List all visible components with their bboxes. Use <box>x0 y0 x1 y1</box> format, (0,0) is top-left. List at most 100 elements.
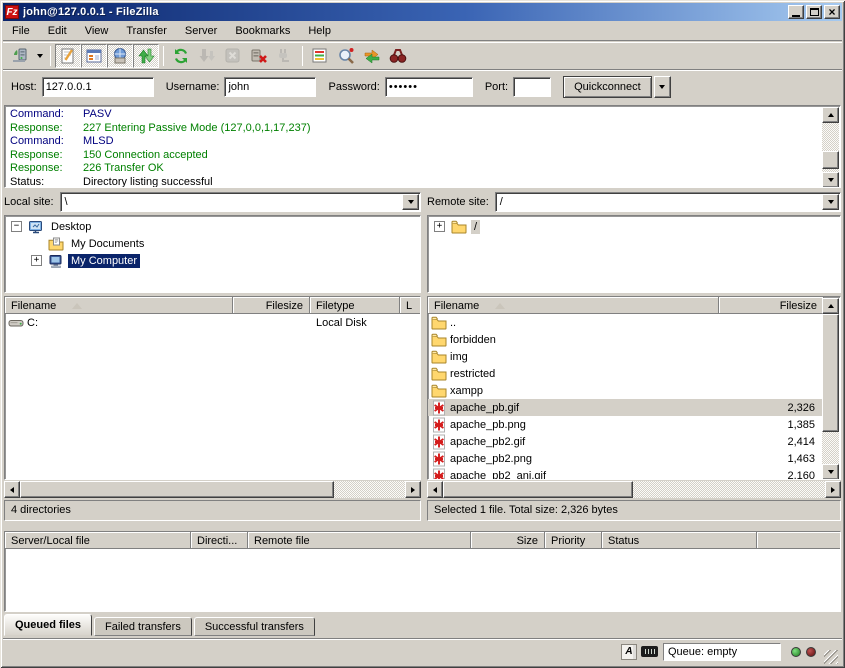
column-header-status[interactable]: Status <box>602 532 757 549</box>
menu-item-view[interactable]: View <box>76 23 118 39</box>
column-header-remote-file[interactable]: Remote file <box>248 532 471 549</box>
remote-file-row[interactable]: restricted <box>428 365 824 382</box>
password-label: Password: <box>328 81 379 93</box>
maximize-button[interactable] <box>806 5 822 19</box>
scrollbar-thumb[interactable] <box>443 481 633 498</box>
site-manager-dropdown-button[interactable] <box>33 44 46 68</box>
message-log-scrollbar[interactable] <box>822 107 839 188</box>
queue-tabs: Queued files Failed transfers Successful t… <box>4 614 841 636</box>
remote-file-row[interactable]: apache_pb2_ani.gif2,160 <box>428 467 824 480</box>
title-bar[interactable]: Fz john@127.0.0.1 - FileZilla × <box>3 3 842 21</box>
toggle-message-log-button[interactable] <box>55 44 81 68</box>
menu-item-transfer[interactable]: Transfer <box>117 23 176 39</box>
local-list-hscrollbar[interactable] <box>4 481 421 498</box>
expand-icon[interactable]: + <box>434 221 445 232</box>
scroll-left-button[interactable] <box>427 481 443 498</box>
column-header-l[interactable]: L <box>400 297 421 314</box>
toggle-remote-tree-button[interactable] <box>107 44 133 68</box>
column-header-priority[interactable]: Priority <box>545 532 602 549</box>
local-file-row[interactable]: C:Local Disk <box>5 314 420 331</box>
remote-site-dropdown-button[interactable] <box>822 194 839 210</box>
menu-item-file[interactable]: File <box>3 23 39 39</box>
menu-item-server[interactable]: Server <box>176 23 226 39</box>
close-button[interactable]: × <box>824 5 840 19</box>
tab-successful-transfers[interactable]: Successful transfers <box>194 617 315 636</box>
remote-file-row[interactable]: apache_pb2.gif2,414 <box>428 433 824 450</box>
directory-comparison-button[interactable] <box>333 44 359 68</box>
password-input[interactable] <box>385 77 473 97</box>
scrollbar-thumb[interactable] <box>822 314 839 432</box>
column-header-filesize[interactable]: Filesize <box>719 297 824 314</box>
speed-limit-indicator-icon[interactable] <box>641 646 658 657</box>
file-size: 2,414 <box>734 436 824 448</box>
tree-item-my-computer[interactable]: +My Computer <box>5 252 420 269</box>
tab-queued-files[interactable]: Queued files <box>4 614 92 636</box>
remote-site-combobox[interactable]: / <box>495 192 841 212</box>
find-files-button[interactable] <box>385 44 411 68</box>
column-header-filename[interactable]: Filename <box>428 297 719 314</box>
remote-file-row[interactable]: img <box>428 348 824 365</box>
scrollbar-thumb[interactable] <box>20 481 334 498</box>
tab-failed-transfers[interactable]: Failed transfers <box>94 617 192 636</box>
remote-file-row[interactable]: forbidden <box>428 331 824 348</box>
synchronized-browsing-button[interactable] <box>359 44 385 68</box>
column-header-filename[interactable]: Filename <box>5 297 233 314</box>
username-input[interactable] <box>224 77 316 97</box>
disconnect-button[interactable] <box>246 44 272 68</box>
column-header-server-local-file[interactable]: Server/Local file <box>5 532 191 549</box>
filename-filters-button[interactable] <box>307 44 333 68</box>
menu-item-bookmarks[interactable]: Bookmarks <box>226 23 299 39</box>
quickconnect-button[interactable]: Quickconnect <box>563 76 652 98</box>
scroll-up-button[interactable] <box>822 298 839 314</box>
menu-bar: FileEditViewTransferServerBookmarksHelp <box>3 21 842 41</box>
remote-file-row[interactable]: apache_pb2.png1,463 <box>428 450 824 467</box>
tree-item--[interactable]: +/ <box>428 218 840 235</box>
local-site-dropdown-button[interactable] <box>402 194 419 210</box>
column-header-directi-[interactable]: Directi... <box>191 532 248 549</box>
expand-icon[interactable]: + <box>31 255 42 266</box>
remote-list-vscrollbar[interactable] <box>822 298 839 480</box>
minimize-icon <box>792 15 800 17</box>
host-input[interactable] <box>42 77 154 97</box>
resize-grip[interactable] <box>824 650 838 664</box>
menu-item-help[interactable]: Help <box>299 23 340 39</box>
column-header-filesize[interactable]: Filesize <box>233 297 310 314</box>
scroll-up-button[interactable] <box>822 107 839 123</box>
local-site-label: Local site: <box>4 196 60 208</box>
find-files-icon <box>389 47 407 65</box>
column-header-size[interactable]: Size <box>471 532 545 549</box>
local-site-combobox[interactable]: \ <box>60 192 421 212</box>
remote-site-bar: Remote site: / <box>427 191 841 213</box>
filezilla-logo-icon: Fz <box>5 5 19 19</box>
refresh-button[interactable] <box>168 44 194 68</box>
remote-list-hscrollbar[interactable] <box>427 481 841 498</box>
menu-item-edit[interactable]: Edit <box>39 23 76 39</box>
scroll-down-button[interactable] <box>822 172 839 188</box>
log-line: Response:226 Transfer OK <box>7 162 820 176</box>
scroll-left-button[interactable] <box>4 481 20 498</box>
folder-icon <box>431 383 447 399</box>
arrow-up-icon <box>828 304 834 308</box>
port-input[interactable] <box>513 77 551 97</box>
window-title: john@127.0.0.1 - FileZilla <box>23 6 788 18</box>
tab-label: Failed transfers <box>105 621 181 633</box>
scrollbar-thumb[interactable] <box>822 151 839 169</box>
quickconnect-dropdown-button[interactable] <box>654 76 671 98</box>
scroll-down-button[interactable] <box>822 464 839 480</box>
column-header-label: Filename <box>11 300 56 312</box>
tree-item-my-documents[interactable]: My Documents <box>5 235 420 252</box>
column-header-filetype[interactable]: Filetype <box>310 297 400 314</box>
scroll-right-button[interactable] <box>405 481 421 498</box>
remote-file-row[interactable]: apache_pb.png1,385 <box>428 416 824 433</box>
remote-file-row[interactable]: apache_pb.gif2,326 <box>428 399 824 416</box>
toggle-transfer-queue-button[interactable] <box>133 44 159 68</box>
toggle-local-tree-button[interactable] <box>81 44 107 68</box>
site-manager-button[interactable] <box>7 44 33 68</box>
minimize-button[interactable] <box>788 5 804 19</box>
remote-file-row[interactable]: xampp <box>428 382 824 399</box>
remote-file-row[interactable]: .. <box>428 314 824 331</box>
tree-item-desktop[interactable]: −Desktop <box>5 218 420 235</box>
collapse-icon[interactable]: − <box>11 221 22 232</box>
desktop-icon <box>28 219 44 235</box>
scroll-right-button[interactable] <box>825 481 841 498</box>
